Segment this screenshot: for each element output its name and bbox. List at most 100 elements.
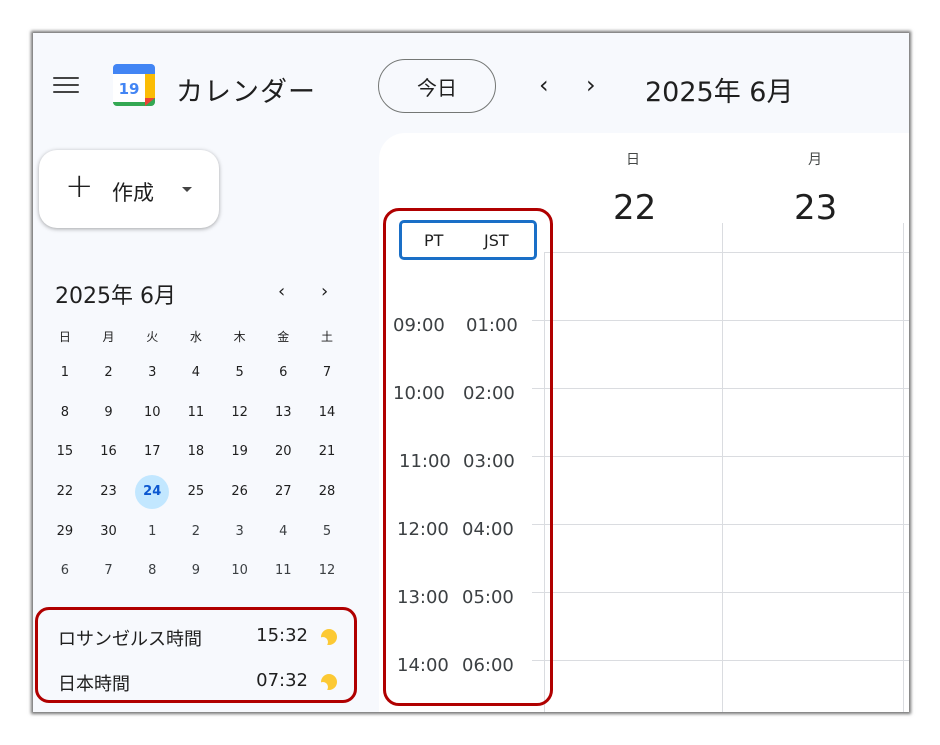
mini-calendar-day[interactable]: 10 xyxy=(218,551,262,591)
world-clock-name: ロサンゼルス時間 xyxy=(58,629,202,650)
mini-calendar-day[interactable]: 5 xyxy=(218,353,262,393)
night-moon-icon xyxy=(320,629,337,646)
world-clock-row: ロサンゼルス時間 15:32 xyxy=(58,625,338,651)
time-label-jst: 02:00 xyxy=(463,383,515,404)
mini-calendar-day[interactable]: 3 xyxy=(130,353,174,393)
mini-calendar-week: 1 2 3 4 5 6 7 xyxy=(43,353,349,393)
hour-line xyxy=(532,660,909,661)
time-label-jst: 05:00 xyxy=(462,587,514,608)
day-number[interactable]: 23 xyxy=(794,188,837,228)
mini-calendar-day[interactable]: 12 xyxy=(305,551,349,591)
mini-calendar-day[interactable]: 25 xyxy=(174,472,218,512)
mini-calendar-day[interactable]: 29 xyxy=(43,511,87,551)
mini-calendar-day[interactable]: 11 xyxy=(174,393,218,433)
mini-calendar-day[interactable]: 18 xyxy=(174,432,218,472)
world-clock-time: 07:32 xyxy=(256,670,308,691)
mini-calendar-day[interactable]: 1 xyxy=(130,511,174,551)
time-label-pt: 12:00 xyxy=(397,519,449,540)
mini-calendar-day[interactable]: 4 xyxy=(261,511,305,551)
calendar-window: 19 カレンダー 今日 ‹ › 2025年 6月 + 作成 2025年 6月 ‹… xyxy=(33,33,909,712)
mini-calendar-week: 8 9 10 11 12 13 14 xyxy=(43,393,349,433)
weekday-label: 火 xyxy=(146,330,159,344)
next-week-button[interactable]: › xyxy=(586,71,596,99)
hour-line xyxy=(532,592,909,593)
weekday-label: 月 xyxy=(102,330,115,344)
time-label-pt: 14:00 xyxy=(397,655,449,676)
mini-calendar-weekday-row: 日 月 火 水 木 金 土 xyxy=(43,320,349,353)
today-marker: 24 xyxy=(135,474,170,509)
mini-calendar-day[interactable]: 1 xyxy=(43,353,87,393)
mini-calendar-day[interactable]: 9 xyxy=(174,551,218,591)
hour-line xyxy=(532,524,909,525)
weekday-label: 水 xyxy=(189,330,202,344)
mini-calendar-day[interactable]: 3 xyxy=(218,511,262,551)
timezone-header[interactable]: PT JST xyxy=(399,220,537,260)
weekday-label: 木 xyxy=(233,330,246,344)
world-clock-name: 日本時間 xyxy=(58,674,130,695)
mini-calendar-day[interactable]: 21 xyxy=(305,432,349,472)
night-moon-icon xyxy=(320,674,337,691)
mini-calendar-day[interactable]: 8 xyxy=(130,551,174,591)
mini-calendar-day[interactable]: 2 xyxy=(87,353,131,393)
mini-calendar-day[interactable]: 27 xyxy=(261,472,305,512)
mini-calendar-day[interactable]: 13 xyxy=(261,393,305,433)
mini-calendar-day[interactable]: 12 xyxy=(218,393,262,433)
day-column-divider xyxy=(722,223,723,712)
mini-calendar-day[interactable]: 22 xyxy=(43,472,87,512)
create-button[interactable]: + 作成 xyxy=(39,150,219,228)
mini-calendar-day[interactable]: 16 xyxy=(87,432,131,472)
mini-calendar-week: 15 16 17 18 19 20 21 xyxy=(43,432,349,472)
create-label: 作成 xyxy=(112,181,154,205)
world-clock-time: 15:32 xyxy=(256,625,308,646)
app-title: カレンダー xyxy=(176,77,316,108)
time-label-pt: 10:00 xyxy=(393,383,445,404)
mini-calendar-day[interactable]: 20 xyxy=(261,432,305,472)
time-label-pt: 11:00 xyxy=(399,451,451,472)
mini-calendar-day[interactable]: 28 xyxy=(305,472,349,512)
mini-calendar-day[interactable]: 17 xyxy=(130,432,174,472)
time-label-pt: 09:00 xyxy=(393,315,445,336)
time-label-jst: 03:00 xyxy=(463,451,515,472)
mini-calendar-day[interactable]: 6 xyxy=(43,551,87,591)
mini-calendar-week: 6 7 8 9 10 11 12 xyxy=(43,551,349,591)
mini-calendar-day-today[interactable]: 24 xyxy=(130,472,174,512)
hour-line xyxy=(532,456,909,457)
mini-calendar-week: 29 30 1 2 3 4 5 xyxy=(43,511,349,551)
mini-calendar-day[interactable]: 5 xyxy=(305,511,349,551)
mini-calendar-day[interactable]: 7 xyxy=(305,353,349,393)
mini-calendar-day[interactable]: 2 xyxy=(174,511,218,551)
timezone-label-jst: JST xyxy=(484,231,509,250)
mini-calendar-day[interactable]: 7 xyxy=(87,551,131,591)
mini-calendar-day[interactable]: 15 xyxy=(43,432,87,472)
mini-calendar-day[interactable]: 14 xyxy=(305,393,349,433)
mini-calendar-day[interactable]: 8 xyxy=(43,393,87,433)
today-button[interactable]: 今日 xyxy=(378,59,496,113)
time-label-jst: 04:00 xyxy=(462,519,514,540)
mini-calendar-week: 22 23 24 25 26 27 28 xyxy=(43,472,349,512)
mini-calendar-day[interactable]: 19 xyxy=(218,432,262,472)
weekday-label: 土 xyxy=(320,330,333,344)
mini-calendar-day[interactable]: 9 xyxy=(87,393,131,433)
mini-calendar-title: 2025年 6月 xyxy=(55,284,176,309)
logo-number: 19 xyxy=(119,80,140,98)
plus-icon: + xyxy=(65,166,94,206)
dropdown-caret-icon xyxy=(182,187,192,192)
hour-line xyxy=(532,320,909,321)
mini-calendar-day[interactable]: 30 xyxy=(87,511,131,551)
main-menu-icon[interactable] xyxy=(53,77,79,97)
day-number[interactable]: 22 xyxy=(613,188,656,228)
calendar-logo-icon: 19 xyxy=(113,64,155,106)
mini-calendar-day[interactable]: 10 xyxy=(130,393,174,433)
mini-calendar-prev-button[interactable]: ‹ xyxy=(278,281,285,302)
weekday-label: 金 xyxy=(277,330,290,344)
mini-calendar-day[interactable]: 26 xyxy=(218,472,262,512)
mini-calendar-day[interactable]: 23 xyxy=(87,472,131,512)
hour-line xyxy=(532,388,909,389)
current-month-title: 2025年 6月 xyxy=(645,77,794,108)
mini-calendar-day[interactable]: 11 xyxy=(261,551,305,591)
mini-calendar-day[interactable]: 4 xyxy=(174,353,218,393)
world-clock-panel: ロサンゼルス時間 15:32 日本時間 07:32 xyxy=(35,607,357,703)
mini-calendar-next-button[interactable]: › xyxy=(321,281,328,302)
mini-calendar-day[interactable]: 6 xyxy=(261,353,305,393)
prev-week-button[interactable]: ‹ xyxy=(539,71,549,99)
